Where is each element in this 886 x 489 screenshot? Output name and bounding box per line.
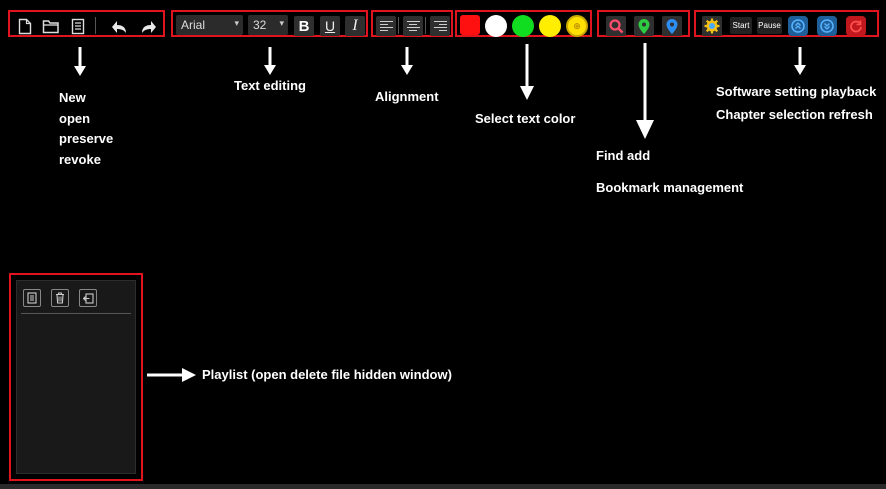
- file-annotation-open: open: [59, 111, 91, 126]
- horizontal-scrollbar[interactable]: [0, 484, 886, 489]
- find-add-annotation: Find add: [596, 148, 651, 163]
- bookmark-management-annotation: Bookmark management: [596, 180, 744, 195]
- text-editing-annotation: Text editing: [234, 78, 306, 93]
- playlist-annotation: Playlist (open delete file hidden window…: [202, 367, 452, 382]
- document-icon: [27, 292, 37, 304]
- playlist-delete-button[interactable]: [51, 289, 69, 307]
- alignment-annotation: Alignment: [375, 89, 439, 104]
- trash-icon: [56, 292, 64, 304]
- playlist-inner: [16, 280, 136, 474]
- file-annotation-preserve: preserve: [59, 131, 114, 146]
- file-annotation-revoke: revoke: [59, 152, 101, 167]
- select-color-annotation: Select text color: [475, 111, 576, 126]
- playlist-open-button[interactable]: [23, 289, 41, 307]
- hide-window-icon: [82, 292, 94, 304]
- software-annotation-line1: Software setting playback: [716, 84, 877, 99]
- file-annotation-new: New: [59, 90, 86, 105]
- playlist-divider: [21, 313, 131, 314]
- playlist-panel: [9, 273, 143, 481]
- playlist-hide-button[interactable]: [79, 289, 97, 307]
- software-annotation-line2: Chapter selection refresh: [716, 107, 873, 122]
